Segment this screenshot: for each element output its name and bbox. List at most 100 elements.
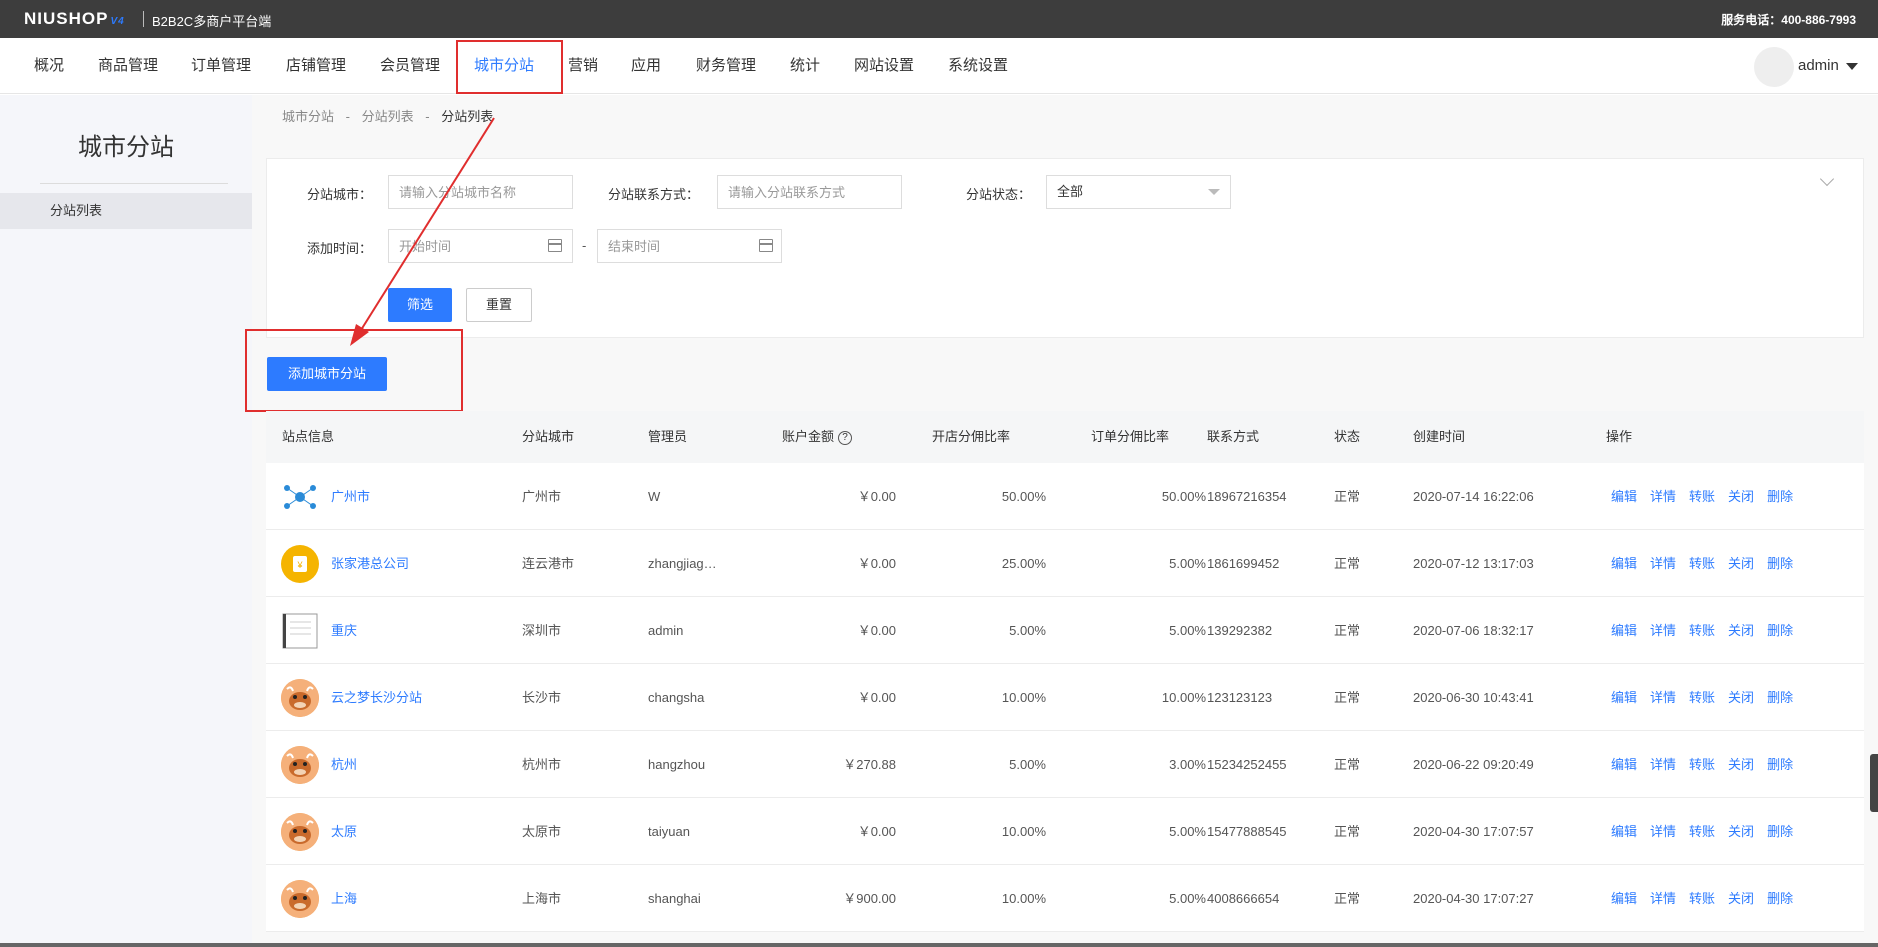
shop-rate-cell: 25.00% — [1001, 556, 1046, 571]
shop-rate-cell: 50.00% — [1001, 489, 1046, 504]
status-cell: 正常 — [1334, 623, 1361, 638]
delete-link[interactable]: 删除 — [1767, 891, 1793, 906]
edit-link[interactable]: 编辑 — [1611, 489, 1637, 504]
detail-link[interactable]: 详情 — [1650, 489, 1676, 504]
site-name-link[interactable]: 杭州 — [331, 731, 357, 798]
created-cell: 2020-07-14 16:22:06 — [1413, 489, 1534, 504]
city-cell: 长沙市 — [522, 690, 562, 705]
nav-item-statistics[interactable]: 统计 — [790, 38, 820, 94]
nav-item-goods[interactable]: 商品管理 — [98, 38, 158, 94]
detail-link[interactable]: 详情 — [1650, 891, 1676, 906]
detail-link[interactable]: 详情 — [1650, 556, 1676, 571]
detail-link[interactable]: 详情 — [1650, 824, 1676, 839]
close-link[interactable]: 关闭 — [1728, 489, 1754, 504]
edit-link[interactable]: 编辑 — [1611, 824, 1637, 839]
start-time-input[interactable] — [388, 229, 573, 263]
close-link[interactable]: 关闭 — [1728, 556, 1754, 571]
detail-link[interactable]: 详情 — [1650, 623, 1676, 638]
delete-link[interactable]: 删除 — [1767, 623, 1793, 638]
transfer-link[interactable]: 转账 — [1689, 757, 1715, 772]
site-name-link[interactable]: 太原 — [331, 798, 357, 865]
delete-link[interactable]: 删除 — [1767, 824, 1793, 839]
search-button[interactable]: 筛选 — [388, 288, 452, 322]
site-name-link[interactable]: 广州市 — [331, 463, 370, 530]
sidebar-item-branch-list[interactable]: 分站列表 — [0, 193, 252, 229]
site-name-link[interactable]: 重庆 — [331, 597, 357, 664]
nav-item-members[interactable]: 会员管理 — [380, 38, 440, 94]
table-header: 站点信息 分站城市 管理员 账户金额? 开店分佣比率 订单分佣比率 联系方式 状… — [266, 411, 1864, 463]
time-label: 添加时间： — [307, 241, 373, 256]
row-actions: 编辑 详情 转账 关闭 删除 — [1611, 463, 1806, 530]
nav-item-apps[interactable]: 应用 — [631, 38, 661, 94]
bottom-strip — [0, 943, 1878, 947]
delete-link[interactable]: 删除 — [1767, 690, 1793, 705]
help-icon[interactable]: ? — [838, 430, 853, 445]
cow-avatar — [281, 746, 319, 784]
user-avatar[interactable] — [1754, 47, 1794, 87]
status-cell: 正常 — [1334, 690, 1361, 705]
nav-item-orders[interactable]: 订单管理 — [191, 38, 251, 94]
nav-item-finance[interactable]: 财务管理 — [696, 38, 756, 94]
nav-item-system-settings[interactable]: 系统设置 — [948, 38, 1008, 94]
created-cell: 2020-06-22 09:20:49 — [1413, 757, 1534, 772]
end-time-input[interactable] — [597, 229, 782, 263]
order-rate-cell: 5.00% — [1169, 556, 1206, 571]
transfer-link[interactable]: 转账 — [1689, 690, 1715, 705]
breadcrumb-item[interactable]: 分站列表 — [362, 109, 414, 124]
breadcrumb-item[interactable]: 城市分站 — [282, 109, 334, 124]
top-bar: NIUSHOP V4 B2B2C多商户平台端 服务电话：400-886-7993 — [0, 0, 1878, 38]
edit-link[interactable]: 编辑 — [1611, 690, 1637, 705]
status-cell: 正常 — [1334, 757, 1361, 772]
nav-item-marketing[interactable]: 营销 — [568, 38, 598, 94]
column-header: 分站城市 — [522, 429, 575, 444]
delete-link[interactable]: 删除 — [1767, 489, 1793, 504]
cow-avatar — [281, 679, 319, 717]
status-select[interactable]: 全部 — [1046, 175, 1231, 209]
transfer-link[interactable]: 转账 — [1689, 556, 1715, 571]
breadcrumb-current: 分站列表 — [441, 109, 494, 124]
close-link[interactable]: 关闭 — [1728, 891, 1754, 906]
created-cell: 2020-07-06 18:32:17 — [1413, 623, 1534, 638]
user-name[interactable]: admin — [1798, 57, 1839, 74]
site-name-link[interactable]: 张家港总公司 — [331, 530, 409, 597]
gold-bag-avatar: ¥ — [281, 545, 319, 583]
reset-button[interactable]: 重置 — [466, 288, 532, 322]
contact-input[interactable] — [717, 175, 902, 209]
transfer-link[interactable]: 转账 — [1689, 824, 1715, 839]
detail-link[interactable]: 详情 — [1650, 757, 1676, 772]
shop-rate-cell: 10.00% — [1001, 824, 1046, 839]
close-link[interactable]: 关闭 — [1728, 690, 1754, 705]
nav-item-site-settings[interactable]: 网站设置 — [854, 38, 914, 94]
detail-link[interactable]: 详情 — [1650, 690, 1676, 705]
city-cell: 深圳市 — [522, 623, 562, 638]
cow-avatar — [281, 813, 319, 851]
close-link[interactable]: 关闭 — [1728, 757, 1754, 772]
contact-cell: 139292382 — [1207, 623, 1273, 638]
site-name-link[interactable]: 云之梦长沙分站 — [331, 664, 422, 731]
column-header: 联系方式 — [1207, 429, 1260, 444]
logo[interactable]: NIUSHOP V4 — [24, 9, 125, 29]
delete-link[interactable]: 删除 — [1767, 556, 1793, 571]
column-header: 开店分佣比率 — [932, 429, 1011, 444]
city-input[interactable] — [388, 175, 573, 209]
delete-link[interactable]: 删除 — [1767, 757, 1793, 772]
edit-link[interactable]: 编辑 — [1611, 556, 1637, 571]
chevron-down-icon[interactable] — [1846, 63, 1858, 70]
transfer-link[interactable]: 转账 — [1689, 489, 1715, 504]
nav-item-shops[interactable]: 店铺管理 — [286, 38, 346, 94]
amount-cell: ￥0.00 — [857, 623, 896, 638]
floating-side-widget[interactable] — [1870, 754, 1878, 812]
nav-item-overview[interactable]: 概况 — [34, 38, 64, 94]
edit-link[interactable]: 编辑 — [1611, 623, 1637, 638]
status-select-value: 全部 — [1057, 184, 1084, 199]
close-link[interactable]: 关闭 — [1728, 623, 1754, 638]
transfer-link[interactable]: 转账 — [1689, 891, 1715, 906]
city-cell: 广州市 — [522, 489, 562, 504]
site-name-link[interactable]: 上海 — [331, 865, 357, 932]
amount-cell: ￥0.00 — [857, 556, 896, 571]
edit-link[interactable]: 编辑 — [1611, 757, 1637, 772]
close-link[interactable]: 关闭 — [1728, 824, 1754, 839]
row-actions: 编辑 详情 转账 关闭 删除 — [1611, 530, 1806, 597]
edit-link[interactable]: 编辑 — [1611, 891, 1637, 906]
transfer-link[interactable]: 转账 — [1689, 623, 1715, 638]
